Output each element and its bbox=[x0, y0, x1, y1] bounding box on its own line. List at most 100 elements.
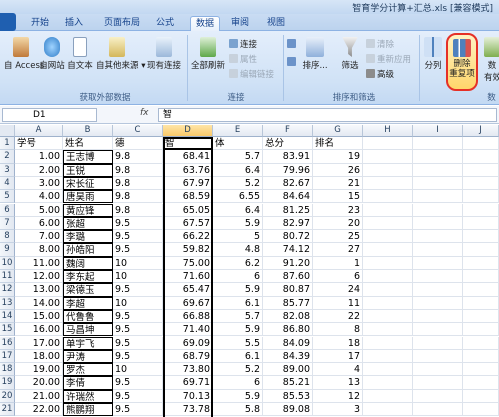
table-cell[interactable]: 21 bbox=[313, 176, 363, 191]
table-cell[interactable]: 83.91 bbox=[263, 150, 313, 164]
table-cell[interactable]: 13.00 bbox=[15, 283, 63, 297]
table-cell[interactable]: 6.00 bbox=[15, 216, 63, 231]
table-cell[interactable]: 6 bbox=[213, 376, 263, 390]
existing-connections-button[interactable]: 现有连接 bbox=[144, 37, 184, 71]
table-cell[interactable]: 张超 bbox=[63, 216, 113, 231]
column-header-d[interactable]: D bbox=[163, 125, 213, 137]
table-cell[interactable]: 熊鹏翔 bbox=[63, 403, 113, 417]
table-cell[interactable]: 15 bbox=[313, 190, 363, 204]
office-button[interactable] bbox=[0, 13, 16, 31]
table-cell[interactable]: 81.25 bbox=[263, 203, 313, 217]
table-cell[interactable]: 5 bbox=[213, 230, 263, 244]
table-cell[interactable]: 8.00 bbox=[15, 243, 63, 257]
empty-cell[interactable] bbox=[463, 150, 499, 164]
table-cell[interactable]: 许瑞然 bbox=[63, 389, 113, 403]
empty-cell[interactable] bbox=[463, 137, 499, 151]
table-cell[interactable]: 5.2 bbox=[213, 363, 263, 377]
table-cell[interactable]: 5.00 bbox=[15, 203, 63, 217]
table-cell[interactable]: 91.20 bbox=[263, 256, 313, 270]
table-cell[interactable]: 69.09 bbox=[163, 336, 213, 350]
table-cell[interactable]: 李超 bbox=[63, 296, 113, 310]
table-cell[interactable]: 75.00 bbox=[163, 256, 213, 270]
table-cell[interactable]: 19.00 bbox=[15, 363, 63, 377]
table-cell[interactable]: 1.00 bbox=[15, 150, 63, 164]
row-header[interactable]: 4 bbox=[0, 176, 15, 191]
table-cell[interactable]: 5.9 bbox=[213, 389, 263, 403]
empty-cell[interactable] bbox=[463, 270, 499, 284]
empty-cell[interactable] bbox=[363, 230, 413, 244]
table-cell[interactable]: 65.47 bbox=[163, 283, 213, 297]
table-cell[interactable]: 79.96 bbox=[263, 163, 313, 177]
data-validation-button[interactable]: 数 有效 bbox=[484, 37, 499, 83]
table-cell[interactable]: 王志博 bbox=[63, 150, 113, 164]
table-cell[interactable]: 15.00 bbox=[15, 309, 63, 324]
empty-cell[interactable] bbox=[413, 389, 463, 403]
fx-icon[interactable]: fx bbox=[140, 108, 149, 118]
table-cell[interactable]: 12 bbox=[313, 389, 363, 403]
table-cell[interactable]: 李璐 bbox=[63, 230, 113, 244]
empty-cell[interactable] bbox=[413, 243, 463, 257]
table-cell[interactable]: 84.09 bbox=[263, 336, 313, 350]
column-header-b[interactable]: B bbox=[63, 125, 113, 137]
table-cell[interactable]: 9.5 bbox=[113, 283, 163, 297]
header-cell-b[interactable]: 姓名 bbox=[63, 137, 113, 151]
table-cell[interactable]: 85.53 bbox=[263, 389, 313, 403]
table-cell[interactable]: 10 bbox=[113, 363, 163, 377]
row-header[interactable]: 17 bbox=[0, 349, 15, 364]
empty-cell[interactable] bbox=[413, 296, 463, 310]
empty-cell[interactable] bbox=[413, 203, 463, 217]
row-header[interactable]: 10 bbox=[0, 256, 15, 270]
table-cell[interactable]: 85.21 bbox=[263, 376, 313, 390]
table-cell[interactable]: 21.00 bbox=[15, 389, 63, 403]
row-header[interactable]: 12 bbox=[0, 283, 15, 297]
advanced-filter-button[interactable]: 高级 bbox=[366, 68, 394, 80]
row-header[interactable]: 11 bbox=[0, 270, 15, 284]
tab-page-layout[interactable]: 页面布局 bbox=[99, 16, 145, 31]
table-cell[interactable]: 23 bbox=[313, 203, 363, 217]
empty-cell[interactable] bbox=[413, 309, 463, 324]
table-cell[interactable]: 9.5 bbox=[113, 309, 163, 324]
from-access-button[interactable]: 自 Access bbox=[4, 37, 44, 71]
table-cell[interactable]: 12.00 bbox=[15, 270, 63, 284]
table-cell[interactable]: 1 bbox=[313, 256, 363, 270]
header-cell-a[interactable]: 学号 bbox=[15, 137, 63, 151]
empty-cell[interactable] bbox=[463, 243, 499, 257]
empty-cell[interactable] bbox=[363, 376, 413, 390]
table-cell[interactable]: 19 bbox=[313, 150, 363, 164]
row-header[interactable]: 5 bbox=[0, 190, 15, 204]
table-cell[interactable]: 9.5 bbox=[113, 349, 163, 364]
properties-button[interactable]: 属性 bbox=[229, 53, 257, 65]
empty-cell[interactable] bbox=[363, 349, 413, 364]
header-cell-c[interactable]: 德 bbox=[113, 137, 163, 151]
row-header[interactable]: 18 bbox=[0, 363, 15, 377]
empty-cell[interactable] bbox=[413, 216, 463, 231]
table-cell[interactable]: 67.97 bbox=[163, 176, 213, 191]
table-cell[interactable]: 6.55 bbox=[213, 190, 263, 204]
table-cell[interactable]: 69.67 bbox=[163, 296, 213, 310]
table-cell[interactable]: 20 bbox=[313, 216, 363, 231]
empty-cell[interactable] bbox=[463, 389, 499, 403]
column-header-h[interactable]: H bbox=[363, 125, 413, 137]
row-header[interactable]: 14 bbox=[0, 309, 15, 324]
empty-cell[interactable] bbox=[363, 190, 413, 204]
table-cell[interactable]: 24 bbox=[313, 283, 363, 297]
empty-cell[interactable] bbox=[463, 256, 499, 270]
column-header-f[interactable]: F bbox=[263, 125, 313, 137]
row-header[interactable]: 21 bbox=[0, 403, 15, 417]
table-cell[interactable]: 14.00 bbox=[15, 296, 63, 310]
table-cell[interactable]: 6 bbox=[313, 270, 363, 284]
table-cell[interactable]: 3 bbox=[313, 403, 363, 417]
tab-data[interactable]: 数据 bbox=[190, 16, 220, 31]
table-cell[interactable]: 10 bbox=[113, 256, 163, 270]
row-header[interactable]: 1 bbox=[0, 137, 15, 151]
tab-insert[interactable]: 插入 bbox=[61, 16, 87, 31]
table-cell[interactable]: 67.57 bbox=[163, 216, 213, 231]
table-cell[interactable]: 4.8 bbox=[213, 243, 263, 257]
empty-cell[interactable] bbox=[463, 349, 499, 364]
table-cell[interactable]: 70.13 bbox=[163, 389, 213, 403]
table-cell[interactable]: 10 bbox=[113, 270, 163, 284]
column-header-i[interactable]: I bbox=[413, 125, 463, 137]
table-cell[interactable]: 11.00 bbox=[15, 256, 63, 270]
table-cell[interactable]: 82.67 bbox=[263, 176, 313, 191]
table-cell[interactable]: 68.59 bbox=[163, 190, 213, 204]
